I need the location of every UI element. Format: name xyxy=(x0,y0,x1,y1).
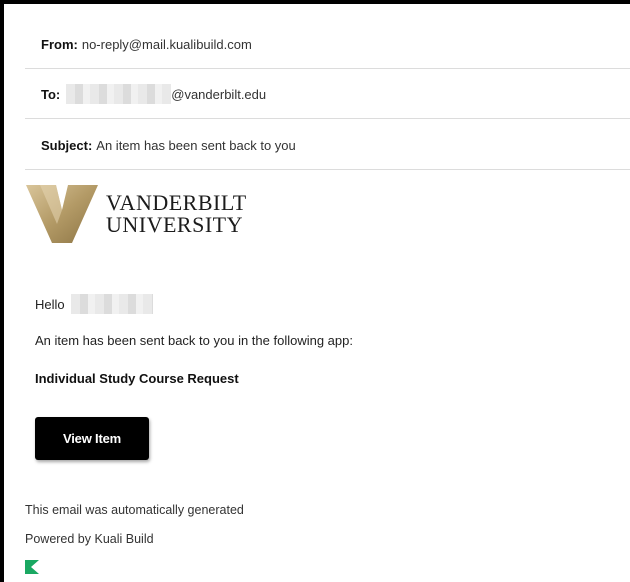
wordmark-line-2: UNIVERSITY xyxy=(106,212,243,237)
vanderbilt-wordmark: VANDERBILT UNIVERSITY xyxy=(106,192,247,236)
auto-generated-notice: This email was automatically generated xyxy=(25,503,244,517)
vanderbilt-v-logo-icon xyxy=(26,185,98,243)
subject-text: An item has been sent back to you xyxy=(96,137,296,153)
to-address-domain: @vanderbilt.edu xyxy=(171,86,267,102)
kuali-logo-icon xyxy=(25,560,39,574)
subject-label: Subject: xyxy=(41,137,93,153)
greeting-line: Hello xyxy=(35,294,153,314)
view-item-button[interactable]: View Item xyxy=(35,417,149,460)
wordmark-line-1: VANDERBILT xyxy=(106,190,247,215)
intro-text: An item has been sent back to you in the… xyxy=(35,333,353,348)
to-label: To: xyxy=(41,86,61,102)
to-row: To: @vanderbilt.edu xyxy=(25,70,630,119)
app-name: Individual Study Course Request xyxy=(35,371,239,386)
from-address: no-reply@mail.kualibuild.com xyxy=(81,36,252,52)
email-window: From: no-reply@mail.kualibuild.com To: @… xyxy=(0,0,630,582)
from-label: From: xyxy=(41,36,78,52)
greeting-text: Hello xyxy=(35,296,65,312)
subject-row: Subject: An item has been sent back to y… xyxy=(25,121,630,170)
redacted-recipient-name xyxy=(70,294,153,314)
vanderbilt-logo: VANDERBILT UNIVERSITY xyxy=(26,184,247,244)
redacted-recipient-name xyxy=(66,84,172,104)
powered-by-text: Powered by Kuali Build xyxy=(25,532,154,546)
from-row: From: no-reply@mail.kualibuild.com xyxy=(25,20,630,69)
